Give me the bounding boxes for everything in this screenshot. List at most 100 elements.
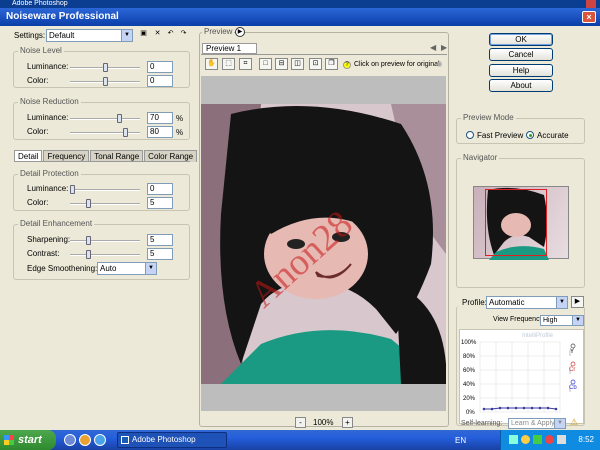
taskbar: start Adobe Photoshop EN 8:52 (0, 430, 600, 450)
noise-level-luminance-label: Luminance: (27, 62, 69, 71)
hand-tool-icon[interactable]: ✋ (205, 58, 218, 70)
quicklaunch-icon[interactable] (64, 434, 76, 446)
noise-reduction-color-input[interactable]: 80 (147, 126, 173, 138)
play-icon[interactable]: ▶ (235, 27, 245, 37)
delete-icon[interactable]: ✕ (151, 29, 164, 41)
slider-thumb[interactable] (86, 236, 91, 245)
slider-thumb[interactable] (86, 250, 91, 259)
tray-icon[interactable] (533, 435, 542, 444)
tray-icon[interactable] (521, 435, 530, 444)
slider-thumb[interactable] (103, 63, 108, 72)
preview-photo[interactable]: Anon28 (201, 104, 446, 384)
chevron-right-icon[interactable]: ▶ (441, 43, 447, 52)
firefox-icon[interactable] (79, 434, 91, 446)
dialog-close-button[interactable]: × (582, 11, 596, 23)
slider-thumb[interactable] (123, 128, 128, 137)
noise-level-color-label: Color: (27, 76, 49, 85)
noise-reduction-luminance-slider[interactable] (70, 114, 140, 123)
system-tray: 8:52 (500, 430, 600, 450)
slider-thumb[interactable] (86, 199, 91, 208)
slider-thumb[interactable] (103, 77, 108, 86)
help-icon: ? (343, 61, 351, 69)
contrast-input[interactable]: 5 (147, 248, 173, 260)
single-view-icon[interactable]: □ (259, 58, 272, 70)
windows-logo-icon (4, 435, 14, 445)
split-vertical-icon[interactable]: ◫ (291, 58, 304, 70)
cancel-button[interactable]: Cancel (489, 48, 553, 61)
language-indicator[interactable]: EN (455, 436, 466, 445)
outer-app-titlebar: Adobe Photoshop (0, 0, 600, 8)
noise-reduction-luminance-label: Luminance: (27, 113, 69, 122)
marquee-tool-icon[interactable]: ⬚ (222, 58, 235, 70)
legend-cb: Cb (569, 385, 577, 391)
start-button[interactable]: start (0, 430, 56, 450)
chevron-down-icon: ▼ (121, 30, 132, 41)
self-learning-select[interactable]: Learn & Apply ▼ (508, 418, 566, 429)
ie-icon[interactable] (94, 434, 106, 446)
tab-divider (14, 161, 190, 162)
detail-protection-luminance-slider[interactable] (70, 185, 140, 194)
dialog-title: Noiseware Professional (6, 11, 119, 22)
split-horizontal-icon[interactable]: ⊟ (275, 58, 288, 70)
contrast-slider[interactable] (70, 250, 140, 259)
graph-plot (479, 341, 576, 413)
accurate-radio[interactable] (526, 131, 534, 139)
new-preview-icon[interactable]: ⊡ (309, 58, 322, 70)
crop-tool-icon[interactable]: ⌗ (239, 58, 252, 70)
navigator-viewport[interactable] (485, 189, 547, 256)
copy-preview-icon[interactable]: ❐ (325, 58, 338, 70)
noise-level-luminance-slider[interactable] (70, 63, 140, 72)
photoshop-icon (121, 436, 129, 444)
preview-title: Preview (202, 27, 235, 36)
tray-icon[interactable] (557, 435, 566, 444)
legend-y: Y (570, 349, 575, 355)
tray-icon[interactable] (545, 435, 554, 444)
noise-reduction-luminance-input[interactable]: 70 (147, 112, 173, 124)
percent-unit: % (176, 128, 184, 137)
chevron-down-icon: ▼ (554, 419, 565, 428)
edge-smoothening-label: Edge Smoothening: (27, 264, 98, 273)
help-button[interactable]: Help (489, 64, 553, 77)
detail-protection-luminance-label: Luminance: (27, 184, 69, 193)
edge-smoothening-select[interactable]: Auto ▼ (97, 262, 157, 275)
detail-protection-color-slider[interactable] (70, 199, 140, 208)
ok-button[interactable]: OK (489, 33, 553, 46)
chevron-down-icon: ▼ (572, 316, 583, 325)
chevron-left-icon[interactable]: ◀ (430, 43, 436, 52)
view-frequency-select[interactable]: High ▼ (540, 315, 584, 326)
group-title: Detail Enhancement (18, 219, 95, 228)
y-tick: 80% (463, 354, 476, 360)
noise-reduction-color-slider[interactable] (70, 128, 140, 137)
save-icon[interactable]: ▣ (137, 29, 150, 41)
chevron-down-icon: ▼ (145, 263, 156, 274)
y-tick: 40% (463, 382, 476, 388)
outer-close-button[interactable] (586, 0, 596, 8)
slider-thumb[interactable] (117, 114, 122, 123)
detail-protection-color-input[interactable]: 5 (147, 197, 173, 209)
zoom-level: 100% (313, 418, 334, 427)
undo-icon[interactable]: ↶ (164, 29, 177, 41)
noise-level-luminance-input[interactable]: 0 (147, 61, 173, 73)
redo-icon[interactable]: ↷ (177, 29, 190, 41)
taskbar-item-photoshop[interactable]: Adobe Photoshop (117, 432, 227, 448)
settings-select[interactable]: Default ▼ (46, 29, 133, 42)
fast-preview-radio[interactable] (466, 131, 474, 139)
tray-icon[interactable] (509, 435, 518, 444)
slider-thumb[interactable] (70, 185, 75, 194)
noise-level-color-slider[interactable] (70, 77, 140, 86)
noise-reduction-color-label: Color: (27, 127, 49, 136)
detail-protection-luminance-input[interactable]: 0 (147, 183, 173, 195)
zoom-out-button[interactable]: - (295, 417, 306, 428)
sharpening-slider[interactable] (70, 236, 140, 245)
about-button[interactable]: About (489, 79, 553, 92)
warning-icon: ⚠ (570, 417, 579, 427)
preview-hint: Click on preview for original (354, 61, 440, 68)
zoom-in-button[interactable]: + (342, 417, 353, 428)
group-title: Detail Protection (18, 169, 81, 178)
sharpening-input[interactable]: 5 (147, 234, 173, 246)
tab-preview-1[interactable]: Preview 1 (202, 43, 257, 54)
noise-level-color-input[interactable]: 0 (147, 75, 173, 87)
sharpening-label: Sharpening: (27, 235, 71, 244)
y-tick: 60% (463, 368, 476, 374)
group-title: Navigator (461, 153, 500, 162)
